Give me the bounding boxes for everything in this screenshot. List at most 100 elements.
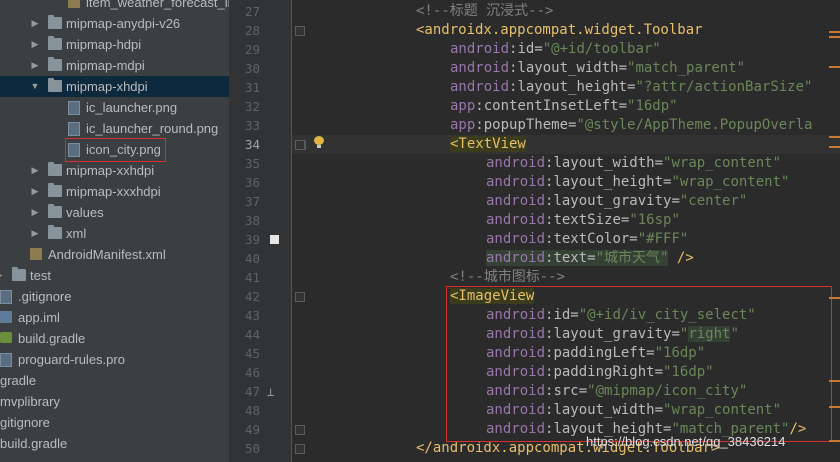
- scroll-marker[interactable]: [829, 406, 840, 408]
- scroll-marker[interactable]: [829, 440, 840, 442]
- line-number: 35: [244, 156, 260, 171]
- module-file-icon: [0, 311, 12, 323]
- tree-item-label: app.iml: [18, 310, 60, 325]
- line-number: 50: [244, 441, 260, 456]
- chevron-right-icon[interactable]: ▶: [30, 160, 40, 181]
- tree-item[interactable]: ▶ xml: [0, 223, 229, 244]
- image-file-icon: [0, 290, 12, 304]
- tree-item[interactable]: ▶ mipmap-anydpi-v26: [0, 13, 229, 34]
- code-token: "16dp": [627, 98, 678, 114]
- fold-marker-icon[interactable]: [295, 26, 305, 36]
- scroll-marker[interactable]: [829, 297, 840, 299]
- scroll-marker[interactable]: [829, 31, 840, 33]
- tree-item[interactable]: proguard-rules.pro: [0, 349, 229, 370]
- tree-item-label: xml: [66, 226, 87, 241]
- chevron-right-icon[interactable]: ▶: [30, 13, 40, 34]
- code-line[interactable]: android:id="@+id/toolbar": [450, 40, 661, 59]
- tree-item-label: mipmap-anydpi-v26: [66, 16, 181, 31]
- tree-item-label: mipmap-xxhdpi: [66, 163, 155, 178]
- tree-item-label: item_weather_forecast_lis: [86, 0, 229, 10]
- line-number: 41: [244, 270, 260, 285]
- line-number: 30: [244, 61, 260, 76]
- code-line[interactable]: app:popupTheme="@style/AppTheme.PopupOve…: [450, 116, 812, 135]
- chevron-right-icon[interactable]: ▶: [30, 55, 40, 76]
- code-token: <androidx.appcompat.widget.Toolbar: [416, 22, 703, 38]
- chevron-right-icon[interactable]: ▶: [0, 265, 4, 286]
- tree-item[interactable]: ▶ test: [0, 265, 229, 286]
- code-token: "#FFF": [637, 231, 689, 247]
- code-line[interactable]: android:layout_width="match_parent": [450, 59, 745, 78]
- code-token: "center": [679, 193, 748, 209]
- code-token: :text=: [545, 250, 596, 266]
- code-line[interactable]: <TextView: [450, 135, 526, 154]
- code-token: "?attr/actionBarSize": [635, 79, 813, 95]
- fold-marker-icon[interactable]: [295, 140, 305, 150]
- fold-marker-icon[interactable]: [295, 292, 305, 302]
- chevron-right-icon[interactable]: ▶: [30, 34, 40, 55]
- color-swatch-icon[interactable]: [270, 235, 279, 244]
- tree-item[interactable]: item_weather_forecast_lis: [0, 0, 229, 13]
- code-token: android: [486, 193, 546, 209]
- tree-item[interactable]: ▶ mipmap-xxhdpi: [0, 160, 229, 181]
- line-number: 40: [244, 251, 260, 266]
- code-token: android: [450, 79, 510, 95]
- code-line[interactable]: android:layout_gravity="center": [486, 192, 747, 211]
- code-line[interactable]: <androidx.appcompat.widget.Toolbar: [416, 21, 703, 40]
- tree-item[interactable]: mvplibrary: [0, 391, 229, 412]
- code-token: "@style/AppTheme.PopupOverla: [576, 117, 813, 133]
- code-token: :popupTheme=: [475, 117, 577, 133]
- line-number: 31: [244, 80, 260, 95]
- code-line[interactable]: app:contentInsetLeft="16dp": [450, 97, 678, 116]
- code-line[interactable]: android:layout_height="wrap_content": [486, 173, 789, 192]
- tree-item[interactable]: ic_launcher.png: [0, 97, 229, 118]
- code-line[interactable]: <!--标题 沉浸式-->: [416, 2, 553, 21]
- tree-item[interactable]: AndroidManifest.xml: [0, 244, 229, 265]
- fold-marker-icon[interactable]: [295, 425, 305, 435]
- scroll-marker[interactable]: [829, 66, 840, 68]
- code-token: :id=: [509, 41, 543, 57]
- tree-item[interactable]: .gitignore: [0, 286, 229, 307]
- code-token: :contentInsetLeft=: [475, 98, 628, 114]
- scroll-marker[interactable]: [829, 136, 840, 138]
- image-file-icon: [0, 353, 12, 367]
- code-line[interactable]: android:textSize="16sp": [486, 211, 680, 230]
- lightbulb-icon[interactable]: [314, 136, 324, 148]
- code-line[interactable]: android:text="城市天气" />: [486, 249, 694, 268]
- tree-item-label: gitignore: [0, 415, 50, 430]
- code-line[interactable]: android:textColor="#FFF": [486, 230, 688, 249]
- tree-item[interactable]: ▶ mipmap-mdpi: [0, 55, 229, 76]
- folder-icon: [48, 183, 62, 197]
- tree-item[interactable]: gitignore: [0, 412, 229, 433]
- code-token: android: [486, 250, 546, 266]
- chevron-right-icon[interactable]: ▶: [30, 202, 40, 223]
- code-line[interactable]: android:layout_height="?attr/actionBarSi…: [450, 78, 812, 97]
- gravity-preview-icon[interactable]: ⊥: [267, 385, 274, 399]
- line-number: 28: [244, 23, 260, 38]
- code-token: :layout_width=: [545, 155, 664, 171]
- line-number: 33: [244, 118, 260, 133]
- tree-item[interactable]: ▶ values: [0, 202, 229, 223]
- scroll-marker[interactable]: [829, 36, 840, 38]
- fold-marker-icon[interactable]: [295, 444, 305, 454]
- scroll-marker[interactable]: [829, 380, 840, 382]
- tree-item[interactable]: build.gradle: [0, 433, 229, 454]
- chevron-right-icon[interactable]: ▶: [30, 181, 40, 202]
- tree-item[interactable]: build.gradle: [0, 328, 229, 349]
- tree-item[interactable]: app.iml: [0, 307, 229, 328]
- tree-item-label: ic_launcher.png: [86, 100, 178, 115]
- folder-icon: [48, 15, 62, 29]
- chevron-down-icon[interactable]: ▼: [30, 76, 40, 97]
- code-line[interactable]: <!--城市图标-->: [450, 268, 565, 287]
- code-token: android: [450, 41, 510, 57]
- tree-item-label: mvplibrary: [0, 394, 60, 409]
- scroll-marker[interactable]: [829, 146, 840, 148]
- code-line[interactable]: android:layout_width="wrap_content": [486, 154, 781, 173]
- tree-item[interactable]: ▶ mipmap-xxxhdpi: [0, 181, 229, 202]
- chevron-right-icon[interactable]: ▶: [30, 223, 40, 244]
- tree-item[interactable]: gradle: [0, 370, 229, 391]
- tree-item[interactable]: ▶ mipmap-hdpi: [0, 34, 229, 55]
- tree-item[interactable]: ic_launcher_round.png: [0, 118, 229, 139]
- code-token: :textColor=: [545, 231, 638, 247]
- tree-item[interactable]: ▼ mipmap-xhdpi: [0, 76, 229, 97]
- line-number: 27: [244, 4, 260, 19]
